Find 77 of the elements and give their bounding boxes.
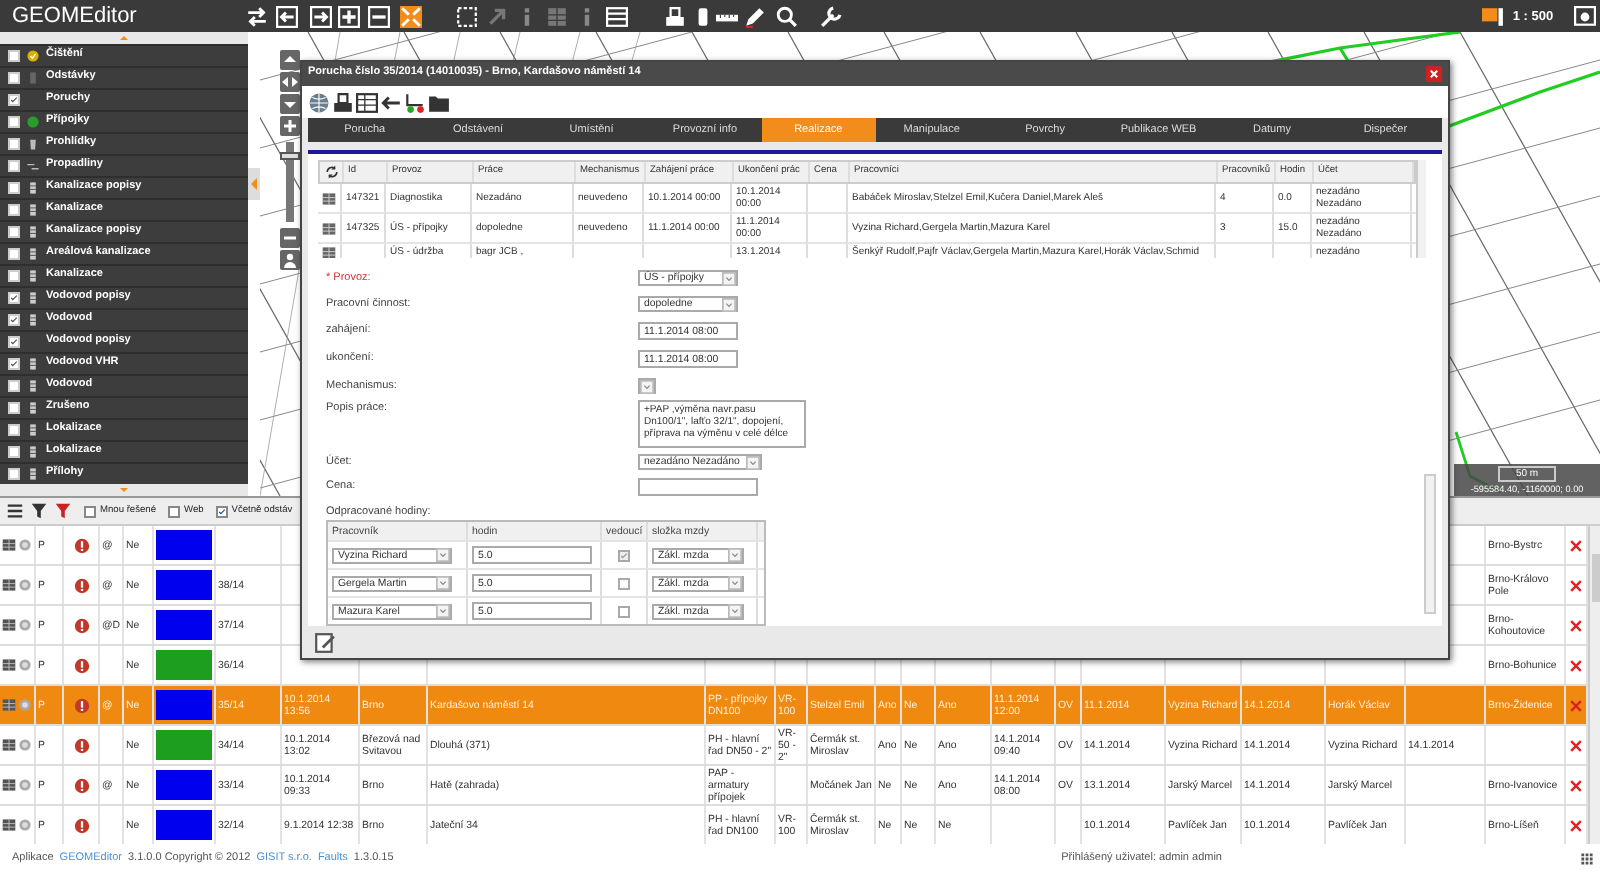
refresh-icon[interactable] — [324, 164, 340, 180]
swap-icon[interactable] — [246, 5, 269, 27]
checkbox[interactable] — [215, 505, 228, 517]
table-icon[interactable] — [356, 91, 378, 113]
pan-left-right-icon[interactable] — [280, 72, 300, 92]
checkbox[interactable] — [84, 505, 96, 517]
printer-icon[interactable] — [332, 91, 354, 113]
check-icon — [620, 551, 628, 559]
point-icon — [26, 114, 40, 130]
filter-clear-icon[interactable] — [54, 502, 72, 520]
coordinates-icon[interactable] — [404, 91, 426, 113]
slider-thumb[interactable] — [280, 152, 300, 161]
zoom-out-icon[interactable] — [280, 228, 300, 248]
checkbox[interactable] — [8, 358, 20, 370]
scrollbar[interactable] — [1424, 474, 1436, 614]
alert-icon — [73, 657, 89, 673]
pencil-icon[interactable] — [744, 5, 767, 27]
full-extent-icon[interactable] — [400, 5, 423, 27]
select-rectangle-icon[interactable] — [456, 5, 479, 27]
folder-icon[interactable] — [428, 91, 450, 113]
input-field[interactable] — [638, 478, 758, 496]
delete-icon[interactable] — [1568, 577, 1584, 593]
delete-icon[interactable] — [1568, 657, 1584, 673]
alert-icon — [73, 537, 89, 553]
bottle-icon — [26, 70, 40, 86]
edit-icon[interactable] — [314, 631, 336, 653]
check-icon — [10, 316, 18, 324]
app-title: GEOMEditor — [12, 4, 137, 28]
pan-down-icon[interactable] — [280, 94, 300, 114]
close-icon[interactable] — [1426, 66, 1442, 82]
scale-icon[interactable] — [1482, 5, 1505, 27]
alert-icon — [73, 777, 89, 793]
checkbox[interactable] — [168, 505, 180, 517]
alert-icon — [73, 617, 89, 633]
delete-icon[interactable] — [1568, 817, 1584, 833]
arrow-icon[interactable] — [486, 5, 509, 27]
checkbox[interactable] — [8, 292, 20, 304]
filter-icon[interactable] — [30, 502, 48, 520]
scrollbar[interactable] — [1588, 526, 1600, 844]
list-icon[interactable] — [6, 502, 24, 520]
forward-icon[interactable] — [310, 5, 333, 27]
check-icon — [10, 338, 18, 346]
delete-icon[interactable] — [1568, 537, 1584, 553]
pan-up-icon[interactable] — [280, 50, 300, 70]
apps-icon[interactable] — [1580, 851, 1594, 865]
delete-icon[interactable] — [1568, 617, 1584, 633]
checkbox[interactable] — [8, 94, 20, 106]
table-row[interactable] — [0, 726, 1588, 766]
check-icon — [10, 294, 18, 302]
bin-icon — [26, 136, 40, 152]
checkbox[interactable] — [618, 549, 630, 561]
alert-icon — [73, 817, 89, 833]
checkbox[interactable] — [8, 314, 20, 326]
checkbox[interactable] — [618, 605, 630, 617]
search-icon[interactable] — [776, 5, 799, 27]
wrench-icon[interactable] — [820, 5, 843, 27]
check-icon — [10, 360, 18, 368]
alert-icon — [73, 697, 89, 713]
checkbox[interactable] — [8, 336, 20, 348]
zoom-in-icon[interactable] — [280, 116, 300, 136]
alert-icon — [73, 577, 89, 593]
person-icon[interactable] — [280, 250, 300, 270]
zoom-in-icon[interactable] — [338, 5, 361, 27]
screen-icon[interactable] — [1574, 5, 1596, 27]
checkbox[interactable] — [618, 577, 630, 589]
lines-icon — [26, 158, 40, 174]
delete-icon[interactable] — [1568, 737, 1584, 753]
globe-icon[interactable] — [308, 91, 330, 113]
back-icon[interactable] — [276, 5, 299, 27]
alert-icon — [73, 737, 89, 753]
printer-icon[interactable] — [664, 5, 687, 27]
check-icon — [217, 507, 226, 515]
back-arrow-icon[interactable] — [380, 91, 402, 113]
zoom-out-icon[interactable] — [368, 5, 391, 27]
check-icon — [10, 96, 18, 104]
check-badge-icon — [26, 48, 40, 64]
delete-icon[interactable] — [1568, 777, 1584, 793]
